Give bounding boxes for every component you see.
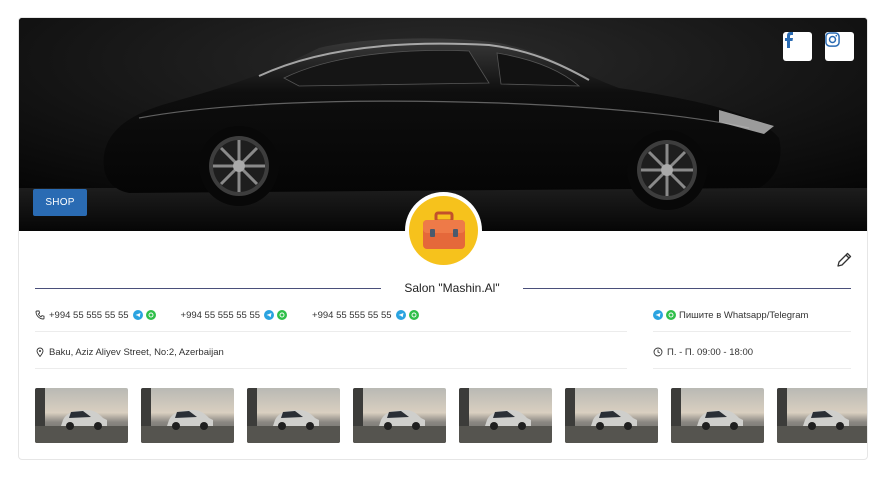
phone-icon [35, 310, 45, 320]
whatsapp-icon[interactable] [277, 310, 288, 320]
working-hours: П. - П. 09:00 - 18:00 [653, 345, 753, 359]
phone-number[interactable]: +994 55 555 55 55 [181, 310, 261, 321]
whatsapp-icon[interactable] [408, 310, 419, 320]
phone-list: +994 55 555 55 55 +994 55 555 55 55 +994… [35, 308, 444, 322]
telegram-icon [653, 310, 663, 320]
divider-right [523, 288, 851, 289]
divider [35, 368, 627, 369]
telegram-icon[interactable] [132, 310, 143, 320]
salon-profile-card: SHOP Salon "Mashin.Al" +994 55 555 55 55 [18, 17, 868, 460]
divider [653, 368, 851, 369]
gallery-thumbnail[interactable] [671, 388, 764, 443]
telegram-icon[interactable] [264, 310, 275, 320]
instagram-button[interactable] [825, 32, 854, 61]
edit-icon[interactable] [836, 252, 852, 268]
messenger-note: Пишите в Whatsapp/Telegram [653, 308, 808, 322]
clock-icon [653, 347, 663, 357]
gallery-thumbnail[interactable] [35, 388, 128, 443]
gallery-thumbnail[interactable] [565, 388, 658, 443]
address: Baku, Aziz Aliyev Street, No:2, Azerbaij… [35, 345, 224, 359]
working-hours-text: П. - П. 09:00 - 18:00 [667, 346, 754, 358]
telegram-icon[interactable] [395, 310, 406, 320]
photo-gallery [35, 388, 867, 444]
messenger-note-text: Пишите в Whatsapp/Telegram [679, 309, 809, 321]
shop-button[interactable]: SHOP [33, 189, 87, 216]
phone-item[interactable]: +994 55 555 55 55 [49, 310, 159, 321]
location-pin-icon [36, 347, 44, 357]
phone-number[interactable]: +994 55 555 55 55 [49, 310, 129, 321]
gallery-thumbnail[interactable] [459, 388, 552, 443]
title-row: Salon "Mashin.Al" [35, 280, 851, 296]
whatsapp-icon[interactable] [145, 310, 156, 320]
salon-title: Salon "Mashin.Al" [404, 281, 500, 295]
facebook-icon [785, 32, 793, 48]
gallery-thumbnail[interactable] [777, 388, 867, 443]
gallery-thumbnail[interactable] [247, 388, 340, 443]
gallery-thumbnail[interactable] [353, 388, 446, 443]
briefcase-icon [422, 211, 465, 249]
divider [35, 331, 627, 332]
address-text: Baku, Aziz Aliyev Street, No:2, Azerbaij… [49, 346, 224, 358]
phone-number[interactable]: +994 55 555 55 55 [312, 310, 392, 321]
divider [653, 331, 851, 332]
facebook-button[interactable] [783, 32, 812, 61]
phone-item[interactable]: +994 55 555 55 55 [312, 310, 422, 321]
avatar [405, 192, 482, 269]
instagram-icon [825, 32, 840, 47]
divider-left [35, 288, 381, 289]
gallery-thumbnail[interactable] [141, 388, 234, 443]
phone-item[interactable]: +994 55 555 55 55 [181, 310, 291, 321]
whatsapp-icon [666, 310, 676, 320]
